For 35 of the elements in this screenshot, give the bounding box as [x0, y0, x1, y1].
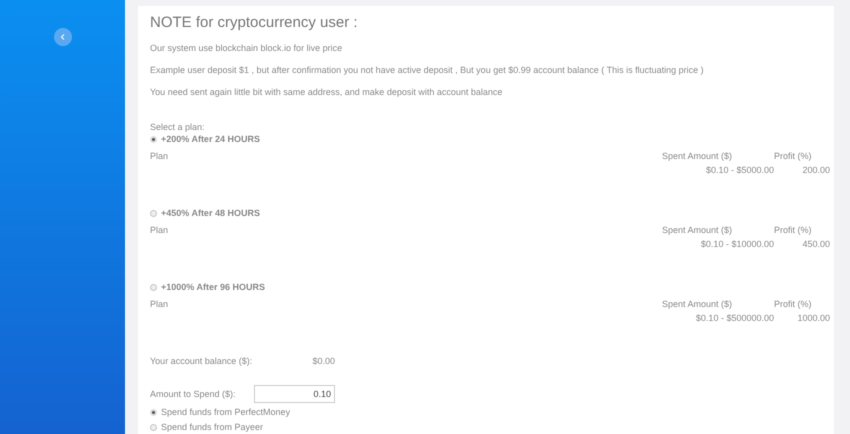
radio-button[interactable]: [150, 284, 157, 290]
column-label: Plan: [150, 298, 170, 310]
note-text: Example user deposit $1 , but after confirmation you not have active deposit , But you get $0.99 account balance ( This is fluctuating price ): [150, 64, 705, 76]
profit-value: 1000.00: [796, 312, 830, 324]
amount-range: $0.10 - $5000.00: [704, 164, 774, 176]
plan-prompt: Select a plan:: [150, 121, 206, 133]
amount-label: Amount to Spend ($):: [150, 388, 237, 400]
column-label: Profit (%): [774, 298, 813, 310]
payment-option-label: Spend funds from Payeer: [161, 421, 264, 433]
column-label: Profit (%): [774, 150, 813, 162]
radio-button[interactable]: [150, 210, 157, 216]
radio-button[interactable]: [150, 424, 157, 430]
profit-value: 200.00: [801, 164, 830, 176]
radio-button[interactable]: [150, 408, 157, 416]
payment-option-label: Spend funds from PerfectMoney: [161, 406, 290, 418]
column-label: Profit (%): [774, 224, 813, 236]
balance-label: Your account balance ($):: [150, 355, 254, 367]
note-title: NOTE for cryptocurrency user :: [150, 14, 359, 32]
plan-name: +450% After 48 HOURS: [161, 207, 260, 219]
amount-range: $0.10 - $500000.00: [694, 312, 774, 324]
column-label: Plan: [150, 224, 170, 236]
plan-name: +200% After 24 HOURS: [161, 133, 260, 145]
amount-field[interactable]: 0.10: [254, 385, 335, 403]
plan-name: +1000% After 96 HOURS: [161, 281, 265, 293]
radio-button[interactable]: [150, 136, 157, 142]
collapse-icon[interactable]: [54, 28, 72, 46]
note-text: You need sent again little bit with same address, and make deposit with account balance: [150, 86, 504, 98]
column-label: Spent Amount ($): [662, 224, 734, 236]
note-text: Our system use blockchain block.io for live price: [150, 42, 344, 54]
amount-range: $0.10 - $10000.00: [700, 238, 774, 250]
column-label: Spent Amount ($): [662, 150, 734, 162]
balance-value: $0.00: [311, 355, 335, 367]
column-label: Spent Amount ($): [662, 298, 734, 310]
column-label: Plan: [150, 150, 170, 162]
profit-value: 450.00: [801, 238, 830, 250]
